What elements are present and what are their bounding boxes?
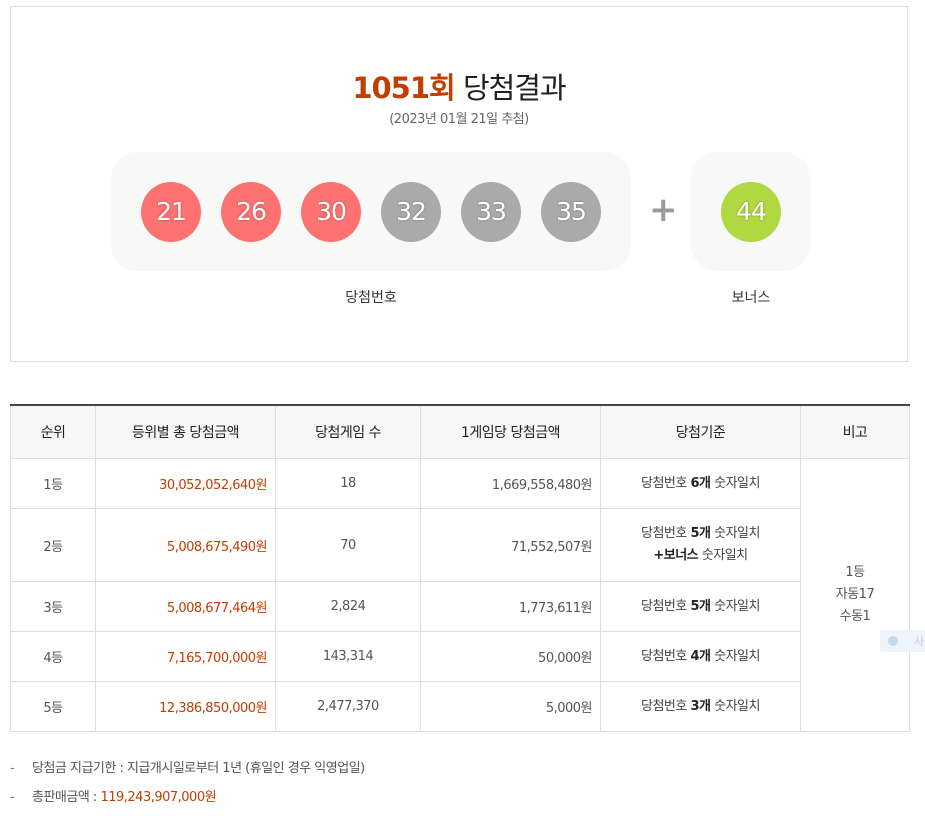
- bullet-dash: -: [10, 761, 15, 776]
- rank-cell: 3등: [10, 581, 96, 632]
- number-ball: 35: [541, 182, 601, 242]
- winning-numbers-label: 당첨번호: [345, 290, 397, 306]
- title-text: 당첨결과: [462, 71, 567, 105]
- per-game-prize-cell: 50,000원: [420, 631, 601, 682]
- circle-icon: [888, 636, 898, 646]
- total-prize-cell: 12,386,850,000원: [95, 681, 276, 732]
- per-game-prize-cell: 1,669,558,480원: [420, 458, 601, 509]
- criteria-text: 당첨번호: [641, 598, 691, 614]
- criteria-cell: 당첨번호 4개 숫자일치: [600, 631, 801, 682]
- round-number: 1051회: [352, 71, 455, 105]
- table-row: 2등 5,008,675,490원 70 71,552,507원 당첨번호 5개…: [10, 508, 910, 582]
- rank-cell: 4등: [10, 631, 96, 682]
- remarks-line: 1등: [845, 565, 865, 580]
- winning-games-cell: 18: [275, 458, 421, 509]
- column-header: 등위별 총 당첨금액: [95, 405, 276, 459]
- table-row: 5등 12,386,850,000원 2,477,370 5,000원 당첨번호…: [10, 681, 910, 732]
- total-sales-value: 119,243,907,000원: [100, 790, 217, 805]
- criteria-count: 6개: [690, 475, 711, 491]
- criteria-count: 5개: [690, 598, 711, 614]
- floating-side-button[interactable]: 사: [880, 630, 925, 652]
- criteria-text: 숫자일치: [710, 698, 760, 714]
- per-game-prize-cell: 71,552,507원: [420, 508, 601, 582]
- number-ball: 32: [381, 182, 441, 242]
- column-header: 비고: [800, 405, 910, 459]
- criteria-text: 숫자일치: [710, 475, 760, 491]
- remarks-line: 수동1: [839, 609, 871, 624]
- total-prize-cell: 5,008,675,490원: [95, 508, 276, 582]
- column-header: 당첨게임 수: [275, 405, 421, 459]
- table-row: 1등 30,052,052,640원 18 1,669,558,480원 당첨번…: [10, 458, 910, 732]
- criteria-count: 4개: [690, 648, 711, 664]
- total-prize-cell: 30,052,052,640원: [95, 458, 276, 509]
- payment-deadline-note: - 당첨금 지급기한 : 지급개시일로부터 1년 (휴일인 경우 익영업일): [10, 758, 365, 787]
- criteria-count: 5개: [690, 526, 711, 541]
- page-title: 1051회 당첨결과: [11, 65, 907, 107]
- criteria-text: 숫자일치: [710, 598, 760, 614]
- total-sales-label: 총판매금액 :: [32, 790, 101, 805]
- rank-cell: 5등: [10, 681, 96, 732]
- rank-cell: 2등: [10, 508, 96, 582]
- plus-icon: +: [649, 190, 678, 230]
- table-row: 3등 5,008,677,464원 2,824 1,773,611원 당첨번호 …: [10, 581, 910, 632]
- criteria-cell: 당첨번호 5개 숫자일치: [600, 581, 801, 632]
- column-header: 당첨기준: [600, 405, 801, 459]
- criteria-text: 숫자일치: [710, 526, 760, 541]
- criteria-text: 당첨번호: [641, 526, 691, 541]
- winning-games-cell: 2,477,370: [275, 681, 421, 732]
- bonus-ball: 44: [721, 182, 781, 242]
- remarks-cell: 1등 자동17 수동1: [800, 458, 910, 732]
- number-ball: 26: [221, 182, 281, 242]
- criteria-cell: 당첨번호 3개 숫자일치: [600, 681, 801, 732]
- winning-games-cell: 143,314: [275, 631, 421, 682]
- number-ball: 30: [301, 182, 361, 242]
- criteria-text: 당첨번호: [641, 475, 691, 491]
- criteria-bonus: +보너스: [653, 548, 699, 563]
- per-game-prize-cell: 1,773,611원: [420, 581, 601, 632]
- criteria-text: 숫자일치: [698, 548, 748, 563]
- column-header: 순위: [10, 405, 96, 459]
- total-prize-cell: 7,165,700,000원: [95, 631, 276, 682]
- number-ball: 21: [141, 182, 201, 242]
- side-button-label: 사: [914, 635, 925, 648]
- total-sales-note: - 총판매금액 : 119,243,907,000원: [10, 787, 365, 816]
- footnotes: - 당첨금 지급기한 : 지급개시일로부터 1년 (휴일인 경우 익영업일) - 총…: [10, 758, 365, 816]
- total-prize-cell: 5,008,677,464원: [95, 581, 276, 632]
- criteria-text: 당첨번호: [641, 698, 691, 714]
- prize-table: 순위 등위별 총 당첨금액 당첨게임 수 1게임당 당첨금액 당첨기준 비고 1…: [10, 404, 910, 732]
- remarks-line: 자동17: [835, 587, 875, 602]
- criteria-cell: 당첨번호 5개 숫자일치 +보너스 숫자일치: [600, 508, 801, 582]
- table-row: 4등 7,165,700,000원 143,314 50,000원 당첨번호 4…: [10, 631, 910, 682]
- criteria-text: 당첨번호: [641, 648, 691, 664]
- per-game-prize-cell: 5,000원: [420, 681, 601, 732]
- draw-date: (2023년 01월 21일 추첨): [389, 112, 529, 127]
- rank-cell: 1등: [10, 458, 96, 509]
- draw-result-panel: 1051회 당첨결과 (2023년 01월 21일 추첨) 21 26 30 3…: [10, 6, 908, 362]
- payment-deadline-text: 당첨금 지급기한 : 지급개시일로부터 1년 (휴일인 경우 익영업일): [32, 761, 365, 776]
- bullet-dash: -: [10, 790, 15, 805]
- criteria-cell: 당첨번호 6개 숫자일치: [600, 458, 801, 509]
- winning-games-cell: 70: [275, 508, 421, 582]
- criteria-count: 3개: [690, 698, 711, 714]
- criteria-text: 숫자일치: [710, 648, 760, 664]
- column-header: 1게임당 당첨금액: [420, 405, 601, 459]
- winning-games-cell: 2,824: [275, 581, 421, 632]
- number-ball: 33: [461, 182, 521, 242]
- table-header-row: 순위 등위별 총 당첨금액 당첨게임 수 1게임당 당첨금액 당첨기준 비고: [10, 405, 910, 459]
- bonus-label: 보너스: [731, 290, 771, 306]
